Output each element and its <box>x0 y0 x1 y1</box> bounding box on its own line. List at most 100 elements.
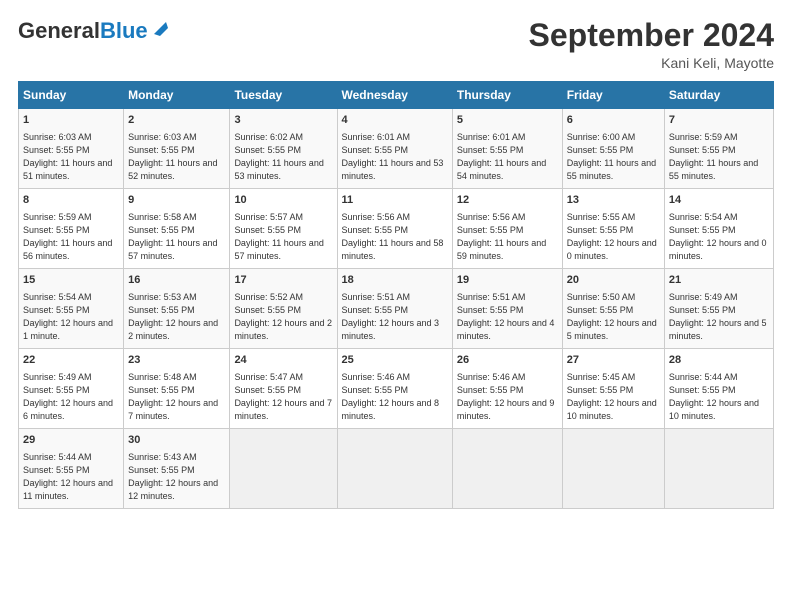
day-number: 19 <box>457 273 558 288</box>
calendar-cell: 10Sunrise: 5:57 AMSunset: 5:55 PMDayligh… <box>230 189 337 269</box>
cell-content: Sunrise: 5:58 AMSunset: 5:55 PMDaylight:… <box>128 212 217 262</box>
day-number: 6 <box>567 113 660 128</box>
week-row: 1 Sunrise: 6:03 AMSunset: 5:55 PMDaylight… <box>19 109 774 189</box>
calendar-cell: 26 Sunrise: 5:46 AMSunset: 5:55 PMDayligh… <box>452 349 562 429</box>
logo-icon <box>150 18 170 38</box>
cell-content: Sunrise: 5:46 AMSunset: 5:55 PMDaylight:… <box>342 372 440 422</box>
calendar-cell: 18 Sunrise: 5:51 AMSunset: 5:55 PMDayligh… <box>337 269 452 349</box>
day-number: 25 <box>342 353 448 368</box>
day-number: 10 <box>234 193 332 208</box>
calendar-header: Sunday Monday Tuesday Wednesday Thursday… <box>19 82 774 109</box>
day-number: 11 <box>342 193 448 208</box>
calendar-page: GeneralBlue September 2024 Kani Keli, Ma… <box>0 0 792 612</box>
calendar-cell: 27 Sunrise: 5:45 AMSunset: 5:55 PMDayligh… <box>562 349 664 429</box>
calendar-cell: 9 Sunrise: 5:58 AMSunset: 5:55 PMDaylight… <box>124 189 230 269</box>
location: Kani Keli, Mayotte <box>529 55 774 71</box>
day-number: 18 <box>342 273 448 288</box>
col-saturday: Saturday <box>664 82 773 109</box>
logo-blue: Blue <box>100 18 148 44</box>
cell-content: Sunrise: 5:53 AMSunset: 5:55 PMDaylight:… <box>128 292 218 342</box>
day-number: 12 <box>457 193 558 208</box>
calendar-cell: 2Sunrise: 6:03 AMSunset: 5:55 PMDaylight… <box>124 109 230 189</box>
calendar-cell: 5Sunrise: 6:01 AMSunset: 5:55 PMDaylight… <box>452 109 562 189</box>
week-row: 15Sunrise: 5:54 AMSunset: 5:55 PMDayligh… <box>19 269 774 349</box>
day-number: 28 <box>669 353 769 368</box>
day-number: 17 <box>234 273 332 288</box>
cell-content: Sunrise: 5:59 AMSunset: 5:55 PMDaylight:… <box>669 132 758 182</box>
col-tuesday: Tuesday <box>230 82 337 109</box>
day-number: 30 <box>128 433 225 448</box>
calendar-cell: 11 Sunrise: 5:56 AMSunset: 5:55 PMDayligh… <box>337 189 452 269</box>
cell-content: Sunrise: 5:45 AMSunset: 5:55 PMDaylight:… <box>567 372 657 422</box>
calendar-cell: 12 Sunrise: 5:56 AMSunset: 5:55 PMDayligh… <box>452 189 562 269</box>
cell-content: Sunrise: 5:44 AMSunset: 5:55 PMDaylight:… <box>669 372 759 422</box>
day-number: 2 <box>128 113 225 128</box>
calendar-cell: 1 Sunrise: 6:03 AMSunset: 5:55 PMDaylight… <box>19 109 124 189</box>
day-number: 20 <box>567 273 660 288</box>
col-thursday: Thursday <box>452 82 562 109</box>
calendar-cell: 21Sunrise: 5:49 AMSunset: 5:55 PMDayligh… <box>664 269 773 349</box>
day-number: 4 <box>342 113 448 128</box>
calendar-cell: 7 Sunrise: 5:59 AMSunset: 5:55 PMDaylight… <box>664 109 773 189</box>
calendar-cell: 14 Sunrise: 5:54 AMSunset: 5:55 PMDayligh… <box>664 189 773 269</box>
day-number: 26 <box>457 353 558 368</box>
calendar-cell: 29Sunrise: 5:44 AMSunset: 5:55 PMDayligh… <box>19 429 124 509</box>
day-number: 9 <box>128 193 225 208</box>
cell-content: Sunrise: 5:43 AMSunset: 5:55 PMDaylight:… <box>128 452 218 502</box>
header: GeneralBlue September 2024 Kani Keli, Ma… <box>18 18 774 71</box>
col-monday: Monday <box>124 82 230 109</box>
day-number: 3 <box>234 113 332 128</box>
cell-content: Sunrise: 5:51 AMSunset: 5:55 PMDaylight:… <box>457 292 555 342</box>
calendar-cell: 22 Sunrise: 5:49 AMSunset: 5:55 PMDayligh… <box>19 349 124 429</box>
calendar-cell: 8 Sunrise: 5:59 AMSunset: 5:55 PMDaylight… <box>19 189 124 269</box>
col-wednesday: Wednesday <box>337 82 452 109</box>
cell-content: Sunrise: 5:59 AMSunset: 5:55 PMDaylight:… <box>23 212 112 262</box>
day-number: 7 <box>669 113 769 128</box>
day-number: 13 <box>567 193 660 208</box>
cell-content: Sunrise: 5:55 AMSunset: 5:55 PMDaylight:… <box>567 212 657 262</box>
cell-content: Sunrise: 5:54 AMSunset: 5:55 PMDaylight:… <box>23 292 113 342</box>
title-block: September 2024 Kani Keli, Mayotte <box>529 18 774 71</box>
cell-content: Sunrise: 5:44 AMSunset: 5:55 PMDaylight:… <box>23 452 113 502</box>
cell-content: Sunrise: 5:50 AMSunset: 5:55 PMDaylight:… <box>567 292 657 342</box>
calendar-cell: 17Sunrise: 5:52 AMSunset: 5:55 PMDayligh… <box>230 269 337 349</box>
calendar-cell: 3Sunrise: 6:02 AMSunset: 5:55 PMDaylight… <box>230 109 337 189</box>
calendar-cell: 6Sunrise: 6:00 AMSunset: 5:55 PMDaylight… <box>562 109 664 189</box>
logo-general: General <box>18 18 100 44</box>
day-number: 16 <box>128 273 225 288</box>
calendar-cell <box>230 429 337 509</box>
cell-content: Sunrise: 5:48 AMSunset: 5:55 PMDaylight:… <box>128 372 218 422</box>
cell-content: Sunrise: 6:03 AMSunset: 5:55 PMDaylight:… <box>23 132 112 182</box>
week-row: 8 Sunrise: 5:59 AMSunset: 5:55 PMDaylight… <box>19 189 774 269</box>
logo: GeneralBlue <box>18 18 170 44</box>
calendar-cell: 16 Sunrise: 5:53 AMSunset: 5:55 PMDayligh… <box>124 269 230 349</box>
cell-content: Sunrise: 5:51 AMSunset: 5:55 PMDaylight:… <box>342 292 440 342</box>
calendar-cell <box>337 429 452 509</box>
day-number: 27 <box>567 353 660 368</box>
col-friday: Friday <box>562 82 664 109</box>
cell-content: Sunrise: 6:01 AMSunset: 5:55 PMDaylight:… <box>342 132 444 182</box>
calendar-cell: 28 Sunrise: 5:44 AMSunset: 5:55 PMDayligh… <box>664 349 773 429</box>
day-number: 8 <box>23 193 119 208</box>
calendar-body: 1 Sunrise: 6:03 AMSunset: 5:55 PMDaylight… <box>19 109 774 509</box>
calendar-cell: 4 Sunrise: 6:01 AMSunset: 5:55 PMDaylight… <box>337 109 452 189</box>
calendar-table: Sunday Monday Tuesday Wednesday Thursday… <box>18 81 774 509</box>
calendar-cell: 20 Sunrise: 5:50 AMSunset: 5:55 PMDayligh… <box>562 269 664 349</box>
day-number: 22 <box>23 353 119 368</box>
col-sunday: Sunday <box>19 82 124 109</box>
cell-content: Sunrise: 5:56 AMSunset: 5:55 PMDaylight:… <box>342 212 444 262</box>
calendar-cell: 25 Sunrise: 5:46 AMSunset: 5:55 PMDayligh… <box>337 349 452 429</box>
day-number: 14 <box>669 193 769 208</box>
cell-content: Sunrise: 5:54 AMSunset: 5:55 PMDaylight:… <box>669 212 767 262</box>
calendar-cell <box>664 429 773 509</box>
calendar-cell <box>452 429 562 509</box>
cell-content: Sunrise: 5:49 AMSunset: 5:55 PMDaylight:… <box>23 372 113 422</box>
calendar-cell <box>562 429 664 509</box>
calendar-cell: 24Sunrise: 5:47 AMSunset: 5:55 PMDayligh… <box>230 349 337 429</box>
cell-content: Sunrise: 6:01 AMSunset: 5:55 PMDaylight:… <box>457 132 546 182</box>
cell-content: Sunrise: 5:46 AMSunset: 5:55 PMDaylight:… <box>457 372 555 422</box>
day-number: 1 <box>23 113 119 128</box>
header-row: Sunday Monday Tuesday Wednesday Thursday… <box>19 82 774 109</box>
cell-content: Sunrise: 5:56 AMSunset: 5:55 PMDaylight:… <box>457 212 546 262</box>
calendar-cell: 23Sunrise: 5:48 AMSunset: 5:55 PMDayligh… <box>124 349 230 429</box>
